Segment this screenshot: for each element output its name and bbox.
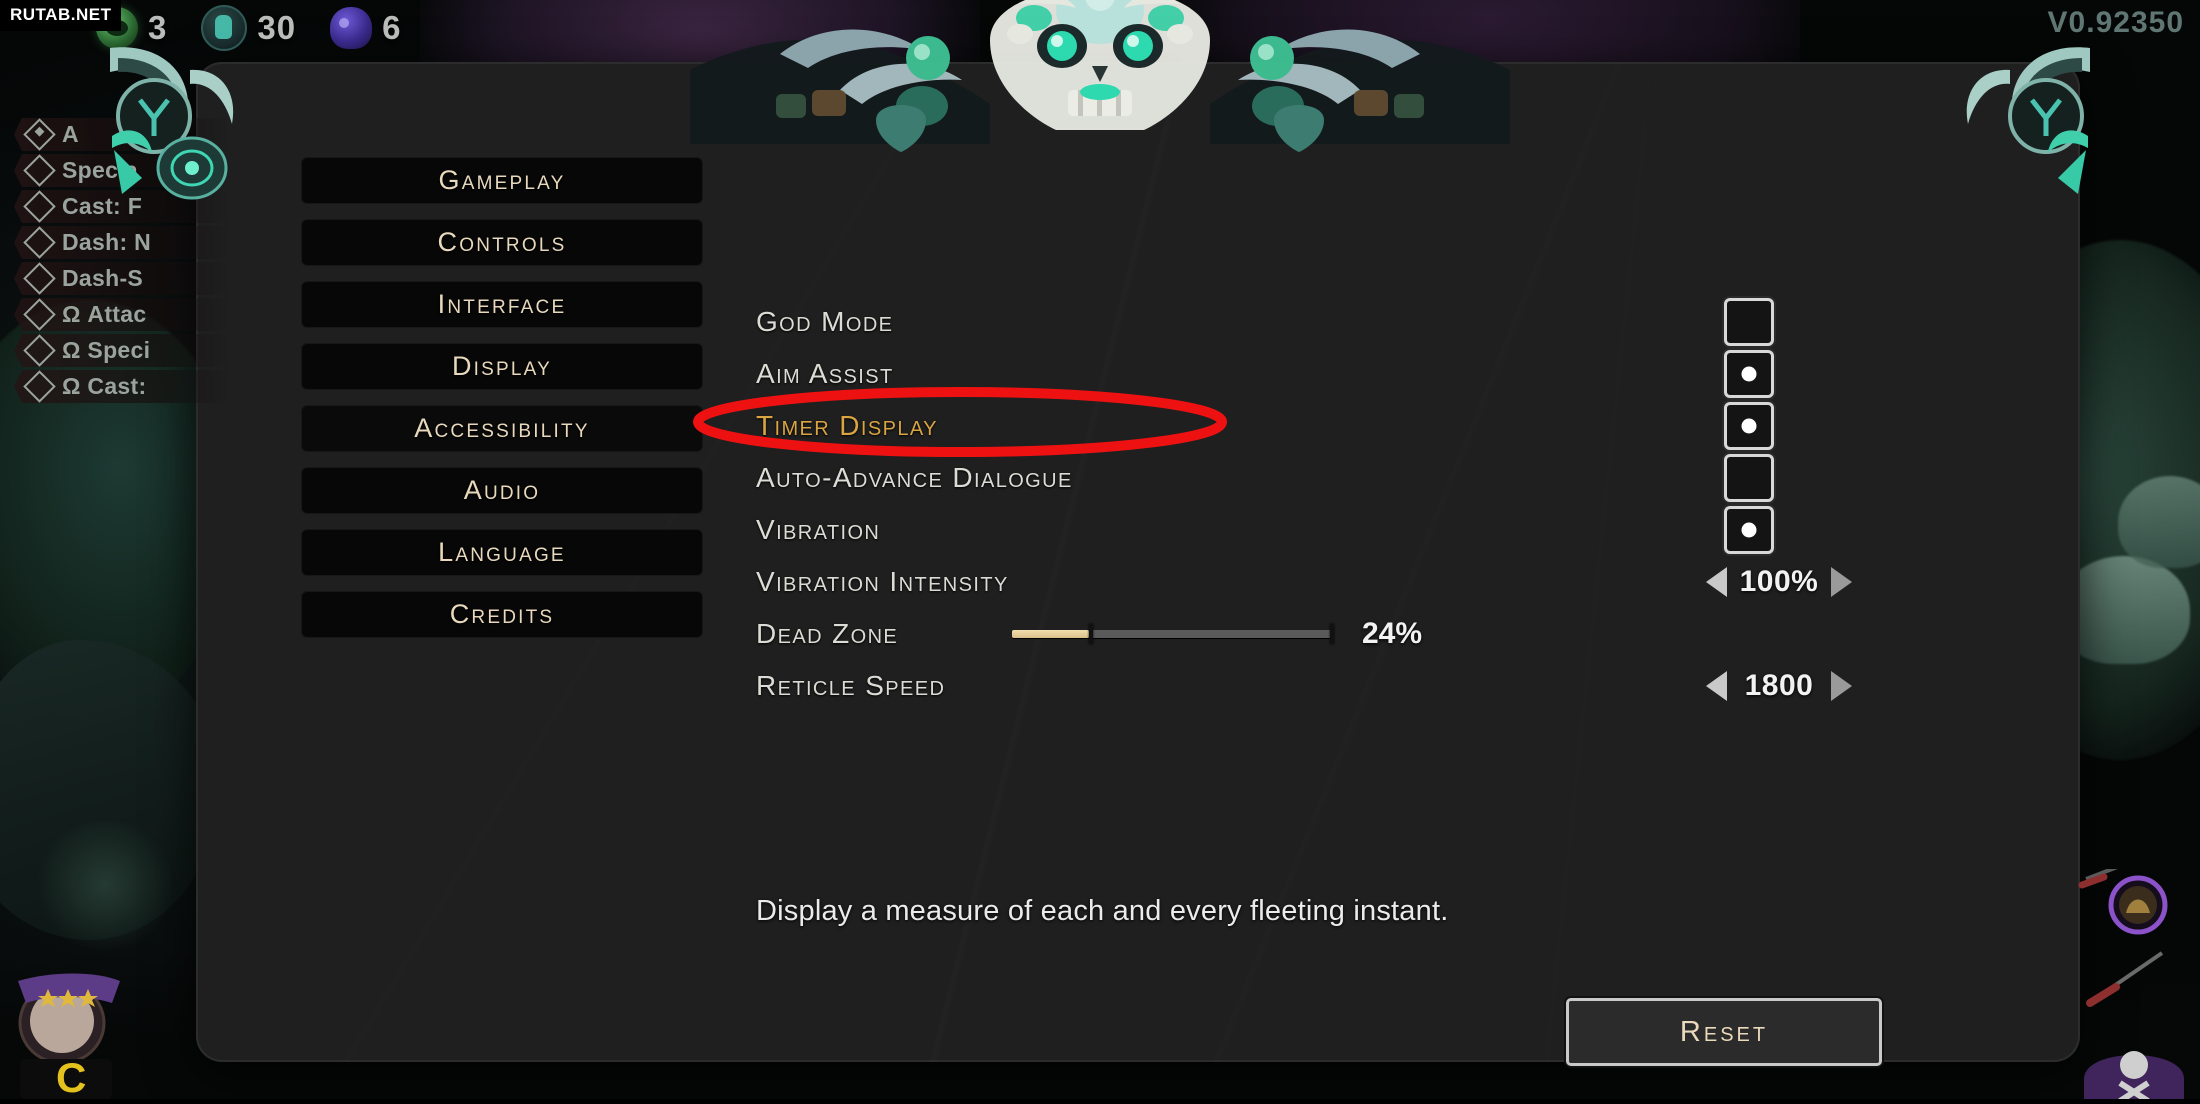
stepper-right-arrow-icon[interactable] (1831, 671, 1852, 701)
setting-checkbox[interactable] (1724, 298, 1774, 346)
setting-row: Dead Zone 24% (756, 608, 1756, 660)
boon-diamond-icon (23, 298, 56, 331)
status-icons (2076, 861, 2196, 1104)
category-button-list: Gameplay Controls Interface Display Accessib… (302, 158, 702, 654)
setting-label: Vibration Intensity (756, 566, 1009, 597)
setting-control: 1800 (1456, 660, 1852, 712)
boon-row: Ω Speci (14, 334, 229, 367)
boon-label: Dash-S (62, 265, 144, 291)
settings-list: God Mode Aim Assist Timer Display Auto-Adva… (756, 296, 1852, 712)
setting-control (1456, 452, 1774, 504)
slider-value: 24% (1362, 617, 1423, 650)
corner-ornament-left-icon (96, 28, 256, 233)
setting-row: Timer Display (756, 400, 1774, 452)
boon-row: Ω Cast: (14, 370, 229, 403)
keepsake-display: C (0, 959, 150, 1101)
boon-diamond-icon (23, 226, 56, 259)
setting-checkbox[interactable] (1724, 506, 1774, 554)
gemstone-skull-icon (330, 7, 373, 49)
setting-checkbox[interactable] (1724, 454, 1774, 502)
category-button-label: Gameplay (438, 165, 566, 195)
reset-button[interactable]: Reset (1566, 998, 1882, 1066)
reset-button-label: Reset (1679, 1015, 1769, 1048)
slider-fill (1012, 630, 1090, 638)
boon-label: Ω Speci (62, 337, 151, 363)
slider-end-marker (1330, 624, 1334, 644)
corner-ornament-right-icon (1944, 28, 2104, 233)
category-button-label: Language (438, 537, 566, 567)
setting-checkbox[interactable] (1724, 402, 1774, 450)
boon-diamond-icon (23, 262, 56, 295)
setting-control (1456, 348, 1774, 400)
background-glow-left (30, 820, 180, 950)
skull-ornament-icon (690, 0, 1510, 159)
boon-row: Ω Attac (14, 298, 229, 331)
category-button-interface[interactable]: Interface (302, 282, 702, 327)
svg-text:C: C (56, 1054, 86, 1099)
category-button-label: Controls (437, 227, 567, 257)
site-watermark: RUTAB.NET (0, 0, 122, 31)
boon-diamond-icon (23, 118, 56, 151)
category-button-display[interactable]: Display (302, 344, 702, 389)
setting-row: Reticle Speed 1800 (756, 660, 1852, 712)
setting-row: Aim Assist (756, 348, 1774, 400)
stepper-value: 1800 (1744, 669, 1814, 702)
stepper-value: 100% (1739, 565, 1819, 598)
stepper-left-arrow-icon[interactable] (1706, 567, 1727, 597)
setting-label: Vibration (756, 514, 881, 545)
setting-control: 24% (756, 608, 1556, 660)
setting-row: Auto-Advance Dialogue (756, 452, 1774, 504)
hud-resource-gems: 6 (330, 7, 401, 49)
setting-label: Timer Display (756, 410, 938, 441)
boon-diamond-icon (23, 190, 56, 223)
category-button-language[interactable]: Language (302, 530, 702, 575)
setting-row: Vibration (756, 504, 1774, 556)
boon-label: A (62, 121, 79, 147)
category-button-credits[interactable]: Credits (302, 592, 702, 637)
category-button-label: Credits (449, 599, 555, 629)
boon-diamond-icon (23, 370, 56, 403)
boon-label: Ω Attac (62, 301, 147, 327)
boon-label: Dash: N (62, 229, 152, 255)
boon-diamond-icon (23, 154, 56, 187)
stepper-right-arrow-icon[interactable] (1831, 567, 1852, 597)
category-button-label: Interface (437, 289, 567, 319)
setting-control (1456, 504, 1774, 556)
setting-row: God Mode (756, 296, 1774, 348)
boon-diamond-icon (23, 334, 56, 367)
stepper-left-arrow-icon[interactable] (1706, 671, 1727, 701)
setting-label: God Mode (756, 306, 894, 337)
setting-control (1456, 296, 1774, 348)
boon-row: Dash-S (14, 262, 229, 295)
category-button-label: Display (451, 351, 553, 381)
setting-stepper: 100% (1706, 565, 1852, 599)
setting-description: Display a measure of each and every flee… (756, 895, 1449, 927)
setting-control: 100% (1456, 556, 1852, 608)
slider-knob[interactable] (1089, 624, 1094, 644)
category-button-audio[interactable]: Audio (302, 468, 702, 513)
setting-label: Aim Assist (756, 358, 894, 389)
boon-label: Ω Cast: (62, 373, 147, 399)
gem-count: 6 (382, 9, 402, 46)
setting-slider[interactable] (1012, 624, 1334, 644)
category-button-label: Accessibility (414, 413, 590, 443)
key-count: 30 (257, 9, 297, 46)
setting-label: Reticle Speed (756, 670, 946, 701)
setting-row: Vibration Intensity 100% (756, 556, 1852, 608)
category-button-controls[interactable]: Controls (302, 220, 702, 265)
setting-control (1456, 400, 1774, 452)
category-button-accessibility[interactable]: Accessibility (302, 406, 702, 451)
setting-stepper: 1800 (1706, 669, 1852, 703)
category-button-label: Audio (463, 475, 541, 505)
setting-checkbox[interactable] (1724, 350, 1774, 398)
setting-label: Auto-Advance Dialogue (756, 462, 1073, 493)
category-button-gameplay[interactable]: Gameplay (302, 158, 702, 203)
